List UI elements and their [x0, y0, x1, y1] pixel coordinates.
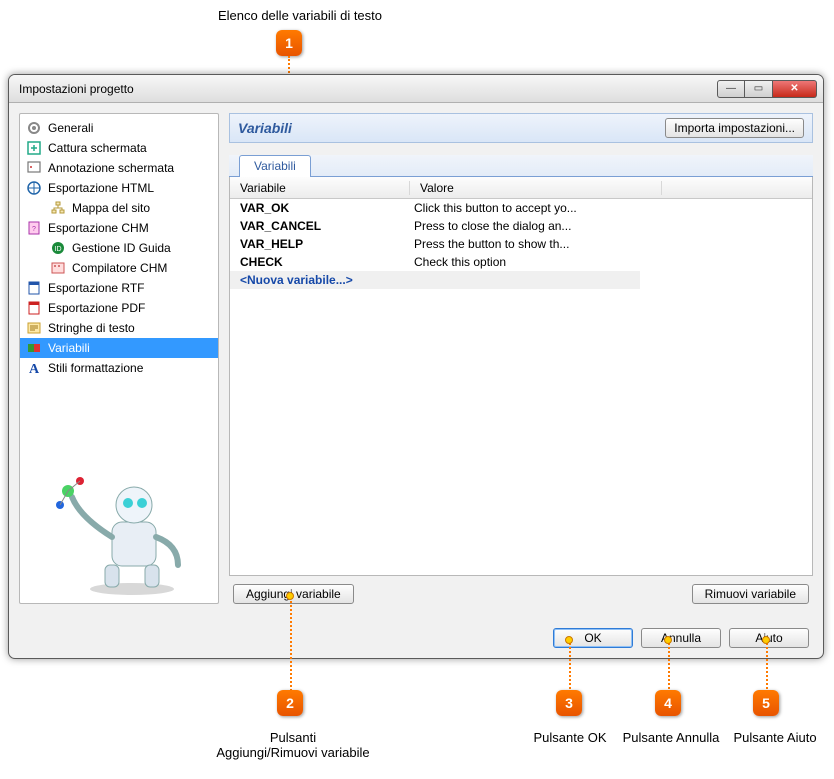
maximize-button[interactable]: ▭ [745, 80, 773, 98]
callout-5-bubble: 5 [753, 690, 779, 716]
callout-3-bubble: 3 [556, 690, 582, 716]
sidebar-item-label: Esportazione PDF [48, 301, 145, 315]
svg-text:?: ? [32, 226, 36, 233]
robot-illustration [50, 467, 190, 597]
project-settings-window: Impostazioni progetto ― ▭ ✕ Generali Cat… [8, 74, 824, 659]
sidebar-item-stili[interactable]: A Stili formattazione [20, 358, 218, 378]
sidebar-item-label: Esportazione HTML [48, 181, 154, 195]
rtf-icon [26, 280, 42, 296]
callout-3-label: Pulsante OK [520, 730, 620, 745]
import-settings-button[interactable]: Importa impostazioni... [665, 118, 804, 138]
compiler-icon [50, 260, 66, 276]
header-variabile[interactable]: Variabile [230, 181, 410, 195]
sidebar-item-generali[interactable]: Generali [20, 118, 218, 138]
callout-1-label: Elenco delle variabili di testo [170, 8, 430, 23]
sidebar-item-mappa[interactable]: Mappa del sito [20, 198, 218, 218]
minimize-button[interactable]: ― [717, 80, 745, 98]
sidebar-item-label: Variabili [48, 341, 90, 355]
callout-4-dot [664, 636, 672, 644]
cell-varname: VAR_OK [230, 201, 410, 215]
sidebar-item-label: Stringhe di testo [48, 321, 135, 335]
cell-varname: VAR_CANCEL [230, 219, 410, 233]
table-row[interactable]: CHECK Check this option [230, 253, 812, 271]
callout-2-label: Pulsanti Aggiungi/Rimuovi variabile [208, 730, 378, 760]
new-variable-placeholder: <Nuova variabile...> [230, 273, 410, 287]
sidebar-item-label: Gestione ID Guida [72, 241, 171, 255]
sidebar-item-variabili[interactable]: Variabili [20, 338, 218, 358]
window-controls: ― ▭ ✕ [717, 80, 817, 98]
styles-icon: A [26, 360, 42, 376]
table-row[interactable]: VAR_CANCEL Press to close the dialog an.… [230, 217, 812, 235]
html-icon [26, 180, 42, 196]
sidebar-item-label: Esportazione RTF [48, 281, 145, 295]
callout-5-label: Pulsante Aiuto [720, 730, 830, 745]
dialog-footer: OK Annulla Aiuto [553, 628, 809, 648]
cell-value: Press to close the dialog an... [410, 219, 812, 233]
callout-2-line [290, 596, 292, 691]
callout-5-dot [762, 636, 770, 644]
variables-icon [26, 340, 42, 356]
table-row[interactable]: VAR_OK Click this button to accept yo... [230, 199, 812, 217]
sidebar-item-html[interactable]: Esportazione HTML [20, 178, 218, 198]
sidebar-item-annotazione[interactable]: Annotazione schermata [20, 158, 218, 178]
sidebar: Generali Cattura schermata Annotazione s… [19, 113, 219, 604]
table-row[interactable]: VAR_HELP Press the button to show th... [230, 235, 812, 253]
cell-varname: CHECK [230, 255, 410, 269]
tab-variabili[interactable]: Variabili [239, 155, 311, 177]
sidebar-item-label: Mappa del sito [72, 201, 150, 215]
callout-2-dot [286, 592, 294, 600]
sidebar-item-label: Cattura schermata [48, 141, 147, 155]
svg-text:A: A [29, 362, 40, 376]
window-body: Generali Cattura schermata Annotazione s… [9, 103, 823, 614]
sidebar-item-label: Annotazione schermata [48, 161, 174, 175]
variable-buttons: Aggiungi variabile Rimuovi variabile [229, 576, 813, 604]
sidebar-item-chm[interactable]: ? Esportazione CHM [20, 218, 218, 238]
panel-title: Variabili [238, 120, 665, 136]
sitemap-icon [50, 200, 66, 216]
sidebar-item-rtf[interactable]: Esportazione RTF [20, 278, 218, 298]
callout-4-line [668, 640, 670, 692]
svg-text:ID: ID [55, 246, 62, 253]
new-variable-row[interactable]: <Nuova variabile...> [230, 271, 640, 289]
id-icon: ID [50, 240, 66, 256]
sidebar-tree: Generali Cattura schermata Annotazione s… [20, 114, 218, 382]
sidebar-item-label: Generali [48, 121, 93, 135]
cancel-button[interactable]: Annulla [641, 628, 721, 648]
callout-1-bubble: 1 [276, 30, 302, 56]
cell-varname: VAR_HELP [230, 237, 410, 251]
chm-icon: ? [26, 220, 42, 236]
sidebar-item-cattura[interactable]: Cattura schermata [20, 138, 218, 158]
table-headers: Variabile Valore [230, 177, 812, 199]
variables-table: Variabile Valore VAR_OK Click this butto… [229, 177, 813, 576]
callout-3-dot [565, 636, 573, 644]
sidebar-item-label: Compilatore CHM [72, 261, 167, 275]
capture-icon [26, 140, 42, 156]
remove-variable-button[interactable]: Rimuovi variabile [692, 584, 809, 604]
cell-value: Check this option [410, 255, 812, 269]
strings-icon [26, 320, 42, 336]
content-panel: Variabili Importa impostazioni... Variab… [229, 113, 813, 604]
tabstrip: Variabili [229, 155, 813, 177]
sidebar-item-idguida[interactable]: ID Gestione ID Guida [20, 238, 218, 258]
cell-value: Press the button to show th... [410, 237, 812, 251]
titlebar: Impostazioni progetto ― ▭ ✕ [9, 75, 823, 103]
sidebar-item-label: Esportazione CHM [48, 221, 149, 235]
panel-header: Variabili Importa impostazioni... [229, 113, 813, 143]
callout-4-label: Pulsante Annulla [616, 730, 726, 745]
callout-4-bubble: 4 [655, 690, 681, 716]
sidebar-item-compilatore[interactable]: Compilatore CHM [20, 258, 218, 278]
annotate-icon [26, 160, 42, 176]
sidebar-item-label: Stili formattazione [48, 361, 143, 375]
close-button[interactable]: ✕ [773, 80, 817, 98]
callout-3-line [569, 640, 571, 692]
callout-2-bubble: 2 [277, 690, 303, 716]
pdf-icon [26, 300, 42, 316]
sidebar-item-stringhe[interactable]: Stringhe di testo [20, 318, 218, 338]
sidebar-item-pdf[interactable]: Esportazione PDF [20, 298, 218, 318]
window-title: Impostazioni progetto [15, 82, 717, 96]
gear-icon [26, 120, 42, 136]
cell-value: Click this button to accept yo... [410, 201, 812, 215]
callout-5-line [766, 640, 768, 692]
header-valore[interactable]: Valore [410, 181, 662, 195]
